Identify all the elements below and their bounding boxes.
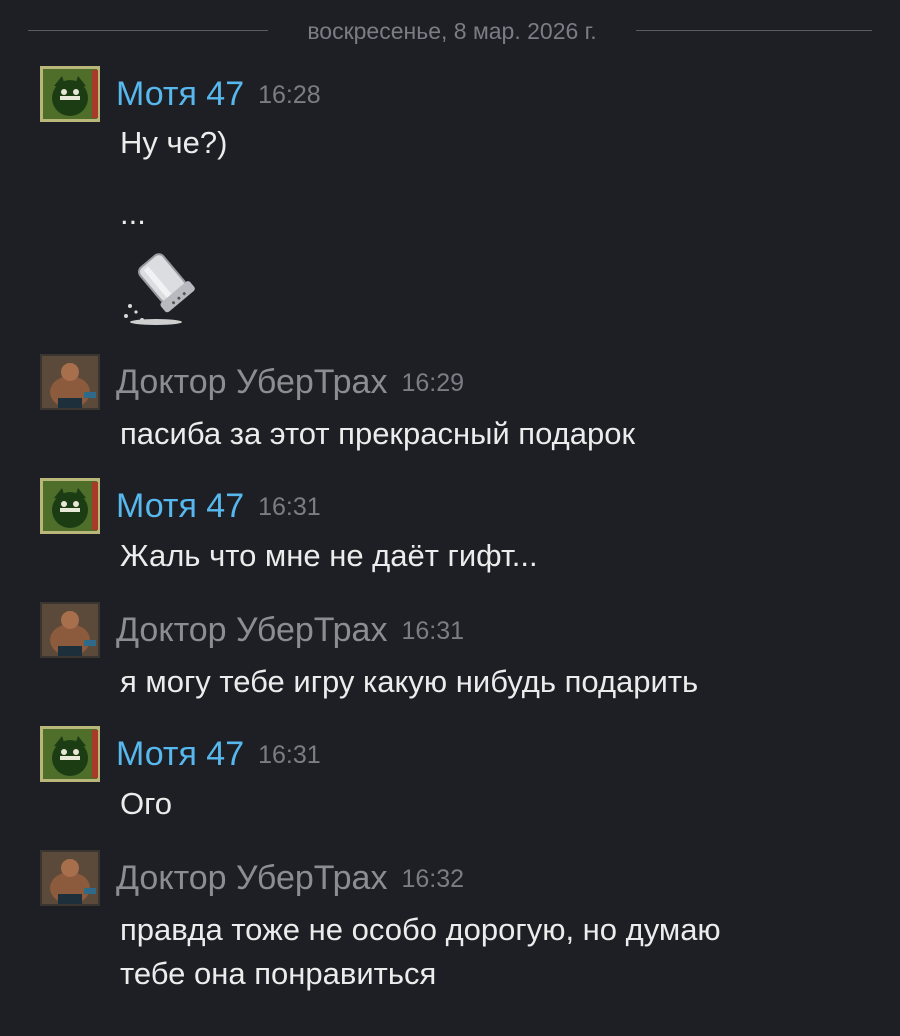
message-text: ...	[120, 196, 146, 231]
message-group: Доктор УберТрах 16:32 правда тоже не особ…	[40, 850, 880, 1010]
author-name[interactable]: Мотя 47 16:31	[116, 486, 321, 527]
message-text: пасиба за этот прекрасный подарок	[120, 416, 636, 451]
date-separator: воскресенье, 8 мар. 2026 г.	[28, 18, 872, 48]
message-text: Ого	[120, 786, 172, 821]
author-name[interactable]: Мотя 47 16:28	[116, 74, 321, 115]
avatar-moty[interactable]	[40, 478, 100, 534]
message-group: Доктор УберТрах 16:31 я могу тебе игру ка…	[40, 602, 880, 712]
avatar-doctor[interactable]	[40, 850, 100, 906]
timestamp: 16:31	[258, 741, 321, 769]
timestamp: 16:28	[258, 81, 321, 109]
author-label[interactable]: Доктор УберТрах	[116, 859, 387, 897]
timestamp: 16:31	[401, 617, 465, 645]
author-label[interactable]: Мотя 47	[116, 487, 244, 525]
timestamp: 16:29	[401, 369, 465, 397]
timestamp: 16:32	[401, 865, 465, 893]
message-group: Мотя 47 16:31 Жаль что мне не даёт гифт..…	[40, 478, 880, 588]
timestamp: 16:31	[258, 493, 321, 521]
author-label[interactable]: Мотя 47	[116, 735, 244, 773]
author-name[interactable]: Доктор УберТрах 16:29	[116, 362, 464, 403]
avatar-doctor[interactable]	[40, 602, 100, 658]
date-label: воскресенье, 8 мар. 2026 г.	[307, 18, 597, 44]
message-group: Доктор УберТрах 16:29 пасиба за этот прек…	[40, 354, 880, 464]
salt-shaker-emoji	[124, 253, 195, 325]
message-text: я могу тебе игру какую нибудь подарить	[120, 664, 699, 699]
message-group: Мотя 47 16:31 Ого	[40, 726, 880, 836]
message-text: правда тоже не особо дорогую, но думаю	[120, 912, 721, 947]
separator-line-left	[28, 30, 268, 31]
author-label[interactable]: Мотя 47	[116, 75, 244, 113]
author-label[interactable]: Доктор УберТрах	[116, 611, 387, 649]
avatar-doctor[interactable]	[40, 354, 100, 410]
separator-line-right	[636, 30, 872, 31]
message-text: тебе она понравиться	[120, 956, 437, 991]
avatar-moty[interactable]	[40, 66, 100, 122]
author-name[interactable]: Доктор УберТрах 16:31	[116, 610, 464, 651]
author-name[interactable]: Доктор УберТрах 16:32	[116, 858, 464, 899]
message-text: Ну че?)	[120, 125, 228, 160]
author-label[interactable]: Доктор УберТрах	[116, 363, 387, 401]
message-text: Жаль что мне не даёт гифт...	[120, 538, 538, 573]
avatar-moty[interactable]	[40, 726, 100, 782]
author-name[interactable]: Мотя 47 16:31	[116, 734, 321, 775]
message-group: Мотя 47 16:28 Ну че?) ...	[40, 66, 880, 336]
